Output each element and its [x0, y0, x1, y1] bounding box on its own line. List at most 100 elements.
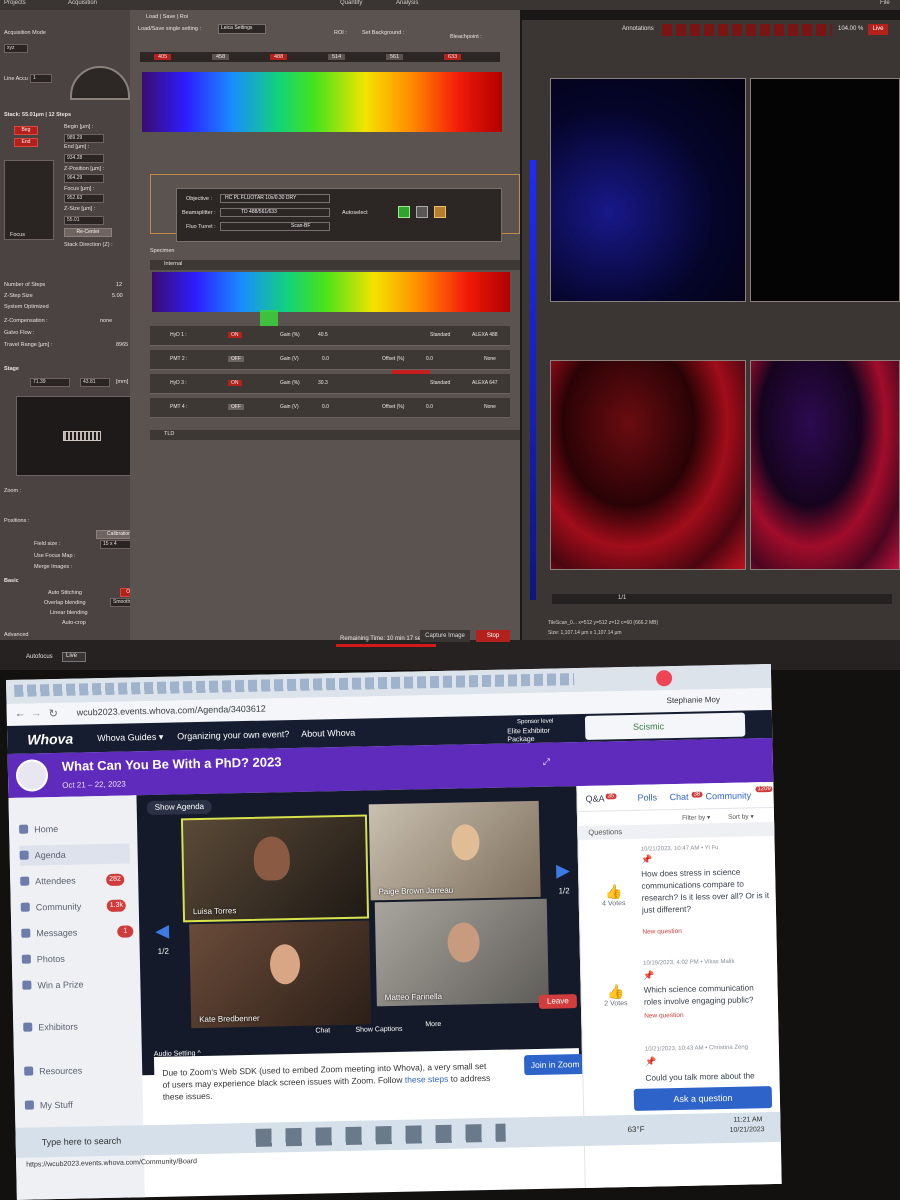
bf-green-button[interactable]: [398, 206, 410, 218]
pin-icon[interactable]: 📌: [645, 1056, 656, 1067]
expand-icon[interactable]: ⤢: [543, 757, 550, 768]
channel-green-image[interactable]: [750, 78, 900, 302]
detector-row-pmt4[interactable]: PMT 4 : OFF Gain (V) 0.0 Offset (%) 0.0 …: [150, 398, 510, 418]
detector-toggle[interactable]: ON: [228, 380, 242, 386]
nav-organizing[interactable]: Organizing your own event?: [177, 729, 289, 741]
laser-line-405[interactable]: 405: [154, 54, 172, 60]
bleachpoint-label[interactable]: Bleachpoint :: [450, 34, 482, 40]
playback-bar[interactable]: 1/1: [552, 594, 892, 604]
autoselect-label[interactable]: Autoselect: [342, 210, 368, 216]
laser-line-458[interactable]: 458: [212, 54, 230, 60]
laser-line-488[interactable]: 488: [270, 54, 288, 60]
tab-qa[interactable]: Q&A: [586, 793, 605, 803]
filter-button[interactable]: Filter by ▾: [682, 813, 710, 822]
tab-quantify[interactable]: Quantify: [340, 0, 362, 6]
begin-field[interactable]: 989.29: [64, 134, 104, 143]
sidebar-item-messages[interactable]: Messages: [21, 923, 77, 944]
line-accu-field[interactable]: 1: [30, 74, 52, 83]
sidebar-item-agenda[interactable]: Agenda: [19, 843, 130, 866]
participant-tile-4[interactable]: Matteo Farinella: [374, 898, 549, 1007]
back-icon[interactable]: ←: [15, 708, 26, 720]
zcomp-value[interactable]: none: [100, 318, 112, 324]
url-field[interactable]: wcub2023.events.whova.com/Agenda/3403612: [77, 704, 266, 718]
captions-control[interactable]: Show Captions: [355, 1026, 402, 1034]
bf-gray-button[interactable]: [416, 206, 428, 218]
gain-value[interactable]: 40.5: [318, 332, 328, 338]
sponsor-banner[interactable]: Scismic: [584, 712, 746, 740]
reload-icon[interactable]: ↻: [49, 707, 58, 720]
dye-select[interactable]: None: [484, 356, 496, 362]
gain-value[interactable]: 0.0: [322, 404, 329, 410]
more-control[interactable]: More: [425, 1021, 441, 1028]
detector-toggle[interactable]: OFF: [228, 356, 244, 362]
scan-mode-select[interactable]: xyz: [4, 44, 28, 53]
sidebar-item-exhibitors[interactable]: Exhibitors: [23, 1017, 78, 1038]
detector-toggle[interactable]: OFF: [228, 404, 244, 410]
sidebar-item-attendees[interactable]: Attendees: [20, 871, 76, 892]
stop-button[interactable]: Stop: [476, 630, 510, 642]
system-optimized[interactable]: System Optimized: [4, 304, 49, 310]
sort-button[interactable]: Sort by ▾: [728, 812, 754, 821]
profile-button[interactable]: Stephanie Moy: [666, 695, 720, 705]
frame-dial[interactable]: [70, 66, 130, 100]
nav-guides[interactable]: Whova Guides ▾: [97, 732, 163, 744]
vote-widget[interactable]: 👍 4 Votes: [595, 883, 631, 908]
participant-tile-2[interactable]: Paige Brown Jarreau: [368, 800, 541, 901]
beamsplitter-select[interactable]: TD 488/561/633: [220, 208, 330, 217]
zsize-field[interactable]: 55.01: [64, 216, 104, 225]
gain-value[interactable]: 30.3: [318, 380, 328, 386]
whova-logo[interactable]: Whova: [27, 731, 73, 748]
tab-analysis[interactable]: Analysis: [396, 0, 418, 6]
vote-widget[interactable]: 👍 2 Votes: [597, 983, 633, 1008]
objective-select[interactable]: HC PL FLUOTAR 10x/0.30 DRY: [220, 194, 330, 203]
tab-polls[interactable]: Polls: [638, 792, 658, 802]
zstep-value[interactable]: 5.00: [112, 293, 123, 299]
detector-row-hyd1[interactable]: HyD 1 : ON Gain (%) 40.5 Standard ALEXA …: [150, 326, 510, 346]
tab-community[interactable]: Community: [705, 790, 751, 801]
laser-line-561[interactable]: 561: [386, 54, 404, 60]
mode-select[interactable]: Standard: [430, 332, 450, 338]
sidebar-item-prize[interactable]: Win a Prize: [22, 974, 84, 995]
tab-chat[interactable]: Chat: [669, 792, 688, 802]
sidebar-item-resources[interactable]: Resources: [24, 1060, 82, 1081]
taskbar-apps[interactable]: [255, 1123, 506, 1147]
chat-control[interactable]: Chat: [315, 1027, 330, 1034]
thumbs-up-icon[interactable]: 👍: [597, 983, 633, 1001]
sidebar-item-mystuff[interactable]: My Stuff: [24, 1095, 73, 1116]
stage-map[interactable]: [16, 396, 138, 476]
offset-value[interactable]: 0.0: [426, 356, 433, 362]
excitation-spectrum[interactable]: [142, 72, 502, 132]
tld-header[interactable]: TLD: [150, 430, 520, 440]
focus-field[interactable]: 952.63: [64, 194, 104, 203]
merged-image[interactable]: [750, 360, 900, 570]
leave-button[interactable]: Leave: [538, 994, 577, 1009]
lut-bar[interactable]: [530, 160, 536, 600]
begin-button[interactable]: Beg: [14, 126, 38, 135]
dye-select[interactable]: ALEXA 488: [472, 332, 498, 338]
stage-x-field[interactable]: 71.39: [30, 378, 70, 387]
forward-icon[interactable]: →: [31, 707, 42, 719]
set-background-label[interactable]: Set Background :: [362, 30, 404, 36]
tab-acquisition[interactable]: Acquisition: [68, 0, 97, 6]
laser-line-514[interactable]: 514: [328, 54, 346, 60]
emission-spectrum[interactable]: [152, 272, 510, 312]
channel-blue-image[interactable]: [550, 78, 746, 302]
setting-select[interactable]: Leica Settings: [218, 24, 266, 34]
sidebar-item-photos[interactable]: Photos: [21, 949, 65, 970]
steps-value[interactable]: 12: [116, 282, 122, 288]
pin-icon[interactable]: 📌: [643, 970, 654, 981]
live-scan-button[interactable]: Live: [62, 652, 86, 662]
taskbar-search[interactable]: Type here to search: [42, 1136, 122, 1148]
zpos-field[interactable]: 964.29: [64, 174, 104, 183]
offset-value[interactable]: 0.0: [426, 404, 433, 410]
participant-tile-1[interactable]: Luisa Torres: [180, 814, 370, 923]
participant-tile-3[interactable]: Kate Bredbenner: [189, 920, 372, 1029]
detector-row-hyd3[interactable]: HyD 3 : ON Gain (%) 30.3 Standard ALEXA …: [150, 374, 510, 394]
annotations-label[interactable]: Annotations: [622, 26, 654, 32]
ask-question-button[interactable]: Ask a question: [633, 1086, 773, 1111]
channel-red-image[interactable]: [550, 360, 746, 570]
end-button[interactable]: End: [14, 138, 38, 147]
capture-image-button[interactable]: Capture Image: [420, 630, 470, 642]
end-field[interactable]: 934.28: [64, 154, 104, 163]
fluo-select[interactable]: Scan-BF: [220, 222, 330, 231]
